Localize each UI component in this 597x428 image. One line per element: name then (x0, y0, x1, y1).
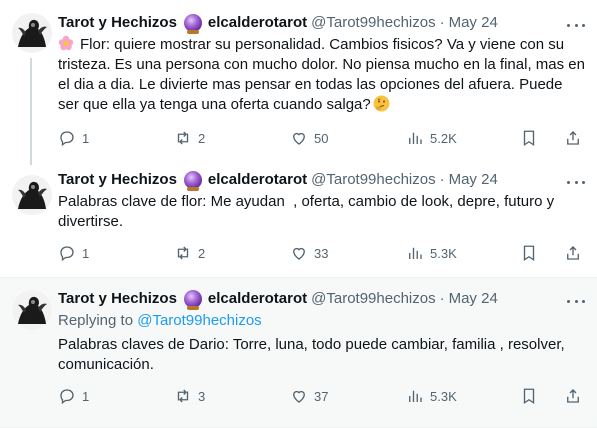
avatar-image (12, 290, 52, 330)
reply-button[interactable]: 1 (58, 128, 89, 148)
tweet-date[interactable]: May 24 (449, 170, 498, 190)
reply-count: 1 (82, 130, 90, 146)
like-count: 37 (314, 388, 329, 404)
crystal-ball-icon (183, 14, 202, 34)
author-name[interactable]: Tarot y Hechizos (58, 289, 177, 309)
share-icon (567, 131, 579, 145)
avatar[interactable] (12, 175, 52, 215)
tweet-actions: 1 3 37 5.3K (58, 386, 585, 406)
avatar-image (12, 13, 52, 53)
heart-icon (293, 390, 305, 403)
avatar-image (12, 175, 52, 215)
reply-button[interactable]: 1 (58, 243, 89, 263)
tweet-header: Tarot y Hechizos elcalderotarot @Tarot99… (58, 170, 585, 191)
retweet-count: 2 (198, 130, 206, 146)
more-options-icon[interactable] (567, 292, 585, 310)
retweet-icon (177, 389, 189, 403)
reply-icon (60, 389, 74, 405)
tweet-date[interactable]: May 24 (449, 289, 498, 309)
views-button[interactable]: 5.3K (406, 243, 457, 263)
thinking-face-emoji-icon (373, 95, 390, 112)
tweet-actions: 1 2 50 5.2K (58, 128, 585, 148)
views-icon (409, 390, 422, 402)
tweet-body: Flor: quiere mostrar su personalidad. Ca… (58, 36, 585, 113)
flower-emoji-icon (58, 35, 74, 51)
share-icon (567, 246, 579, 260)
thread-line (30, 58, 32, 165)
like-button[interactable]: 50 (290, 128, 328, 148)
retweet-button[interactable]: 2 (174, 128, 205, 148)
bookmark-button[interactable] (520, 386, 538, 406)
heart-icon (293, 247, 305, 260)
avatar[interactable] (12, 290, 52, 330)
more-options-icon[interactable] (567, 173, 585, 191)
reply-button[interactable]: 1 (58, 386, 89, 406)
author-handle[interactable]: @Tarot99hechizos (311, 289, 435, 309)
author-handle[interactable]: @Tarot99hechizos (311, 170, 435, 190)
share-button[interactable] (564, 128, 582, 148)
like-count: 50 (314, 130, 329, 146)
views-count: 5.3K (430, 388, 457, 404)
like-button[interactable]: 37 (290, 386, 328, 406)
separator-dot: · (439, 14, 445, 31)
tweet[interactable]: Tarot y Hechizos elcalderotarot @Tarot99… (0, 165, 597, 277)
crystal-ball-icon (183, 171, 202, 191)
author-name[interactable]: Tarot y Hechizos (58, 170, 177, 190)
reply-icon (60, 131, 74, 147)
replying-to-label: Replying to (58, 312, 134, 329)
views-icon (409, 247, 422, 259)
views-count: 5.2K (430, 130, 457, 146)
author-secondary-name[interactable]: elcalderotarot (208, 289, 307, 309)
reply-count: 1 (82, 388, 90, 404)
like-count: 33 (314, 245, 329, 261)
tweet-header: Tarot y Hechizos elcalderotarot @Tarot99… (58, 13, 585, 34)
more-options-icon[interactable] (567, 16, 585, 34)
avatar[interactable] (12, 13, 52, 53)
separator-dot: · (439, 290, 445, 307)
views-button[interactable]: 5.2K (406, 128, 457, 148)
bookmark-button[interactable] (520, 128, 538, 148)
views-button[interactable]: 5.3K (406, 386, 457, 406)
author-secondary-name[interactable]: elcalderotarot (208, 170, 307, 190)
bookmark-icon (523, 245, 535, 262)
retweet-button[interactable]: 3 (174, 386, 205, 406)
like-button[interactable]: 33 (290, 243, 328, 263)
tweet-text: Flor: quiere mostrar su personalidad. Ca… (58, 35, 585, 115)
retweet-count: 2 (198, 245, 206, 261)
tweet-text: Palabras clave de flor: Me ayudan , ofer… (58, 193, 559, 230)
tweet-date[interactable]: May 24 (449, 13, 498, 33)
views-count: 5.3K (430, 245, 457, 261)
heart-icon (293, 132, 305, 145)
tweet-text: Palabras claves de Dario: Torre, luna, t… (58, 336, 565, 373)
tweet[interactable]: Tarot y Hechizos elcalderotarot @Tarot99… (0, 0, 597, 165)
bookmark-button[interactable] (520, 243, 538, 263)
retweet-icon (177, 131, 189, 145)
author-handle[interactable]: @Tarot99hechizos (311, 13, 435, 33)
share-button[interactable] (564, 386, 582, 406)
retweet-button[interactable]: 2 (174, 243, 205, 263)
author-secondary-name[interactable]: elcalderotarot (208, 13, 307, 33)
replying-to-line: Replying to @Tarot99hechizos (58, 311, 585, 331)
replying-to-link[interactable]: @Tarot99hechizos (137, 312, 261, 329)
tweet[interactable]: Tarot y Hechizos elcalderotarot @Tarot99… (0, 277, 597, 428)
share-icon (567, 389, 579, 403)
reply-count: 1 (82, 245, 90, 261)
views-icon (409, 132, 422, 144)
crystal-ball-icon (183, 290, 202, 310)
retweet-count: 3 (198, 388, 206, 404)
bookmark-icon (523, 388, 535, 405)
share-button[interactable] (564, 243, 582, 263)
author-name[interactable]: Tarot y Hechizos (58, 13, 177, 33)
retweet-icon (177, 246, 189, 260)
tweet-actions: 1 2 33 5.3K (58, 243, 585, 263)
bookmark-icon (523, 130, 535, 147)
reply-icon (60, 246, 74, 262)
tweet-header: Tarot y Hechizos elcalderotarot @Tarot99… (58, 289, 585, 310)
separator-dot: · (439, 171, 445, 188)
